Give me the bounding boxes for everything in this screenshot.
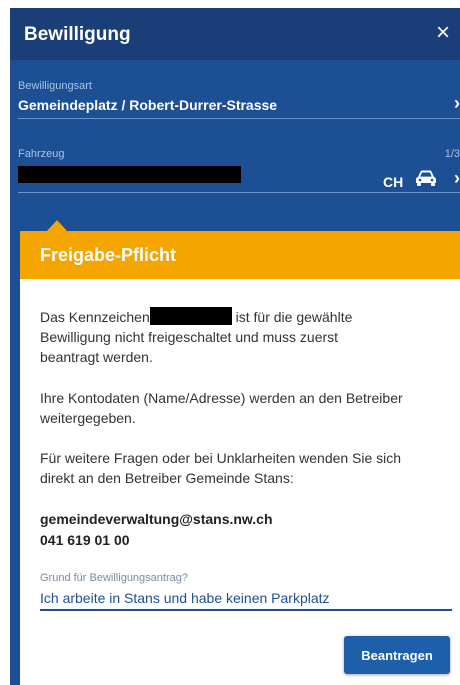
notice-paragraph-1: Das Kennzeichen ist für die gewählte Bew… (40, 307, 430, 367)
notice-line: beantragt werden. (40, 349, 153, 365)
divider (18, 118, 460, 119)
plate-suffix: ist für die gewählte (235, 309, 353, 325)
permit-panel: Bewilligung × Bewilligungsart Gemeindepl… (10, 8, 460, 685)
reason-input[interactable] (40, 587, 452, 611)
panel-title: Bewilligung (24, 24, 131, 45)
submit-button[interactable]: Beantragen (344, 636, 450, 674)
vehicle-counter: 1/3 (444, 148, 460, 160)
panel-header: Bewilligung × (10, 8, 460, 60)
chevron-right-icon[interactable]: › (454, 168, 460, 189)
contact-phone: 041 619 01 00 (40, 532, 130, 548)
vehicle-label: Fahrzeug (18, 148, 65, 160)
country-code: CH (383, 174, 404, 190)
chevron-right-icon[interactable]: › (454, 93, 460, 114)
reason-label: Grund für Bewilligungsantrag? (40, 572, 188, 584)
notice-card: Freigabe-Pflicht Das Kennzeichen ist für… (20, 231, 460, 685)
notice-paragraph-3: Für weitere Fragen oder bei Unklarheiten… (40, 450, 402, 486)
permit-type-label: Bewilligungsart (18, 80, 92, 92)
divider (18, 192, 460, 193)
close-icon[interactable]: × (432, 21, 454, 45)
notice-line: Bewilligung nicht freigeschaltet und mus… (40, 329, 339, 345)
notice-header: Freigabe-Pflicht (20, 231, 460, 279)
redacted-plate (149, 307, 232, 325)
car-icon (416, 170, 436, 186)
contact-email: gemeindeverwaltung@stans.nw.ch (40, 511, 273, 527)
permit-type-value[interactable]: Gemeindeplatz / Robert-Durrer-Strasse (18, 97, 277, 113)
notice-title: Freigabe-Pflicht (40, 245, 177, 265)
redacted-plate (18, 166, 241, 183)
notice-paragraph-2: Ihre Kontodaten (Name/Adresse) werden an… (40, 390, 403, 426)
plate-prefix: Das Kennzeichen (40, 309, 150, 325)
